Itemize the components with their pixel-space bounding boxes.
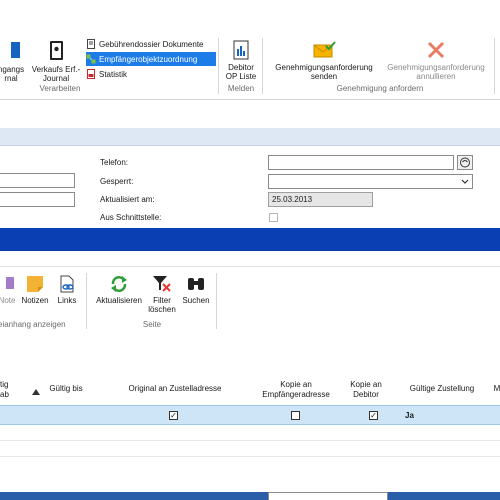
col-header-kopie-empfaenger-line2: Empfängeradresse [262, 390, 330, 399]
col-header-kopie-empfaenger-line1: Kopie an [280, 380, 312, 389]
ribbon-separator [218, 38, 219, 94]
empfaengerobjektzuordnung-item[interactable]: Empfängerobjektzuordnung [86, 52, 216, 66]
chevron-down-icon [461, 179, 469, 184]
ribbon: ngangs rnal Verkaufs Erf.- Journal Gebüh… [0, 0, 500, 100]
ribbon-separator [262, 38, 263, 94]
schnittstelle-checkbox [269, 213, 278, 222]
ribbon-separator [494, 38, 495, 94]
assignment-icon [86, 54, 96, 64]
notizen-label: Notizen [21, 296, 49, 305]
group-label-genehmigung: Genehmigung anfordern [336, 84, 424, 93]
verkaufs-journal-label: Verkaufs Erf.- [31, 65, 81, 74]
sticky-note-icon [27, 276, 43, 292]
document-icon [87, 39, 95, 49]
verkaufs-journal-label-2: Journal [42, 74, 70, 83]
book-icon [50, 41, 63, 60]
bottom-section-bar [0, 492, 500, 500]
sort-ascending-icon[interactable] [32, 389, 40, 395]
group-label-anhang: eianhang anzeigen [0, 320, 66, 329]
bottom-input-field[interactable] [268, 492, 388, 500]
annullieren-label-2: annullieren [416, 72, 456, 81]
verkaufs-journal-button[interactable]: Verkaufs Erf.- Journal [30, 40, 82, 83]
col-header-gueltig-ab-line1: tig [0, 380, 9, 389]
annullieren-label: Genehmigungsanforderung [387, 63, 485, 72]
row-divider [0, 440, 500, 441]
kopie-debitor-checkbox[interactable]: ✓ [369, 411, 378, 420]
col-header-gueltig-ab[interactable]: tig ab [0, 380, 12, 400]
left-input-1[interactable] [0, 173, 75, 188]
pdf-icon [87, 69, 95, 79]
telefon-label: Telefon: [100, 158, 129, 167]
eingangs-journal-button[interactable]: ngangs rnal [0, 40, 28, 83]
original-checkbox[interactable]: ✓ [169, 411, 178, 420]
filter-loeschen-button[interactable]: Filter löschen [146, 275, 178, 314]
genehmigung-annullieren-button[interactable]: Genehmigungsanforderung annullieren [378, 40, 494, 81]
debitor-label-2: OP Liste [225, 72, 257, 81]
phone-icon [460, 157, 470, 168]
suchen-button[interactable]: Suchen [180, 275, 212, 305]
senden-label-2: senden [310, 72, 338, 81]
col-header-kopie-empfaenger[interactable]: Kopie an Empfängeradresse [248, 380, 344, 400]
envelope-check-icon [313, 41, 336, 58]
col-header-m[interactable]: M [492, 384, 500, 394]
eingangs-journal-label: ngangs [0, 65, 25, 74]
group-label-verarbeiten: Verarbeiten [39, 84, 81, 93]
gebuehrendossier-dokumente-item[interactable]: Gebührendossier Dokumente [86, 37, 216, 51]
kopie-empfaenger-checkbox[interactable] [291, 411, 300, 420]
row-divider [0, 456, 500, 457]
link-icon [60, 275, 74, 293]
debitor-label: Debitor [228, 63, 254, 72]
section-band-blue [0, 228, 500, 251]
col-header-kopie-debitor-line2: Debitor [353, 390, 379, 399]
filter-label-2: löschen [148, 305, 176, 314]
telefon-input[interactable] [268, 155, 454, 170]
eingangs-journal-label-2: rnal [4, 74, 18, 83]
filter-label: Filter [153, 296, 171, 305]
genehmigung-senden-button[interactable]: Genehmigungsanforderung senden [266, 40, 382, 81]
links-label: Links [57, 296, 77, 305]
gesperrt-select[interactable] [268, 174, 473, 189]
note-icon [6, 277, 14, 289]
debitor-op-liste-button[interactable]: Debitor OP Liste [222, 40, 260, 81]
binoculars-icon [188, 278, 204, 290]
refresh-icon [111, 276, 127, 292]
aktualisiert-label: Aktualisiert am: [100, 195, 155, 204]
phone-button[interactable] [457, 155, 473, 170]
col-header-original[interactable]: Original an Zustelladresse [100, 384, 250, 394]
col-header-gueltige-zustellung[interactable]: Gültige Zustellung [402, 384, 482, 394]
suchen-label: Suchen [182, 296, 210, 305]
schnittstelle-label: Aus Schnittstelle: [100, 213, 162, 222]
section-header-band [0, 128, 500, 146]
aktualisieren-button[interactable]: Aktualisieren [92, 275, 146, 305]
table-row-selected[interactable]: ✓ ✓ Ja [0, 405, 500, 425]
group-label-seite: Seite [142, 320, 162, 329]
gesperrt-label: Gesperrt: [100, 177, 134, 186]
col-header-kopie-debitor-line1: Kopie an [350, 380, 382, 389]
filter-clear-icon [153, 276, 171, 292]
statistik-label: Statistik [99, 69, 128, 79]
lines-toolbar: Note Notizen Links eianhang anzeigen Akt… [0, 266, 500, 332]
gebuehrendossier-label: Gebührendossier Dokumente [99, 39, 204, 49]
group-label-melden: Melden [227, 84, 255, 93]
gueltige-zustellung-value: Ja [405, 411, 414, 420]
cancel-x-icon [427, 41, 445, 59]
statistik-item[interactable]: Statistik [86, 67, 216, 81]
col-header-gueltig-ab-line2: ab [0, 390, 9, 399]
left-input-2[interactable] [0, 192, 75, 207]
col-header-gueltig-bis[interactable]: Gültig bis [46, 384, 86, 394]
note-button[interactable]: Note [0, 275, 18, 305]
report-icon [233, 40, 249, 60]
toolbar-separator [216, 273, 217, 329]
col-header-kopie-debitor[interactable]: Kopie an Debitor [344, 380, 388, 400]
journal-icon [11, 42, 20, 58]
empfaengerobjektzuordnung-label: Empfängerobjektzuordnung [99, 54, 198, 64]
aktualisiert-value: 25.03.2013 [268, 192, 373, 207]
notizen-button[interactable]: Notizen [19, 275, 51, 305]
senden-label: Genehmigungsanforderung [275, 63, 373, 72]
links-button[interactable]: Links [52, 275, 82, 305]
note-label: Note [0, 296, 16, 305]
toolbar-separator [86, 273, 87, 329]
aktualisieren-label: Aktualisieren [96, 296, 142, 305]
